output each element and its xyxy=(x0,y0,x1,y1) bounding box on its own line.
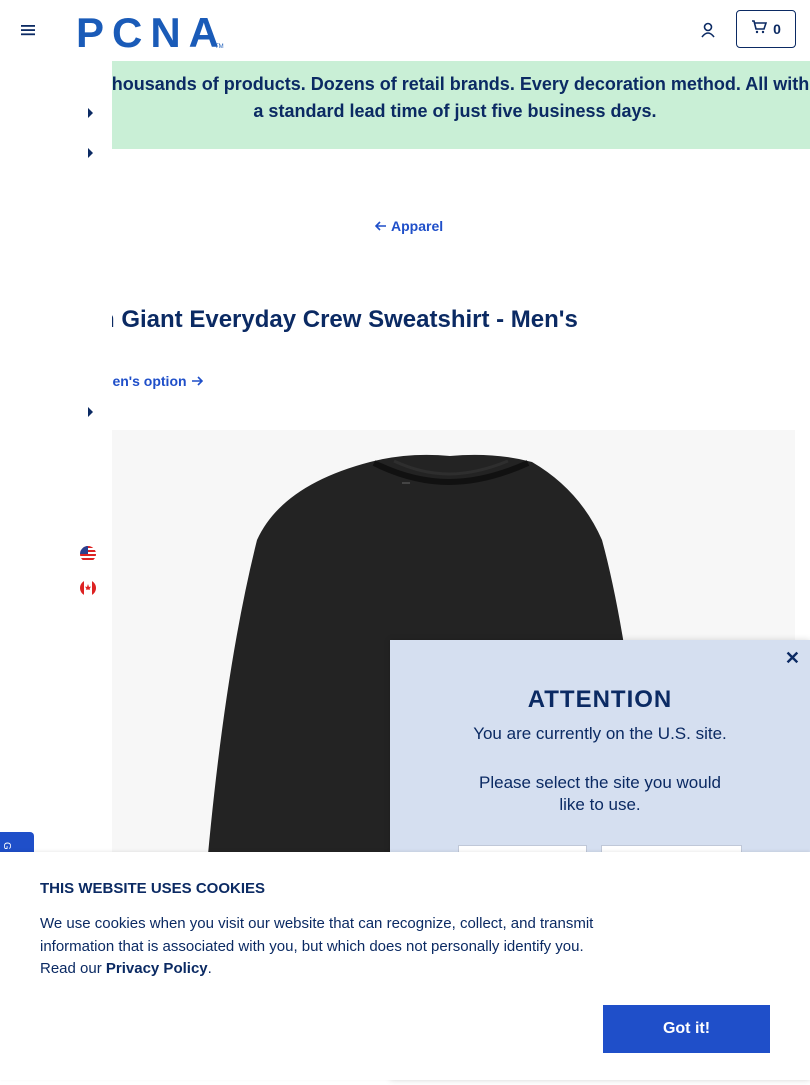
product-title: n Giant Everyday Crew Sweatshirt - Men's xyxy=(100,306,578,333)
caret-right-icon[interactable] xyxy=(88,148,93,158)
us-flag-icon[interactable] xyxy=(80,546,96,562)
modal-message: You are currently on the U.S. site. xyxy=(473,724,727,743)
feedback-tab-label: G xyxy=(1,842,12,850)
caret-right-icon[interactable] xyxy=(88,108,93,118)
close-icon[interactable]: ✕ xyxy=(785,648,800,669)
back-link-label: Apparel xyxy=(391,218,444,234)
caret-right-icon[interactable] xyxy=(88,407,93,417)
account-icon[interactable] xyxy=(699,21,717,39)
arrow-left-icon xyxy=(374,218,387,234)
modal-prompt: Please select the site you would like to… xyxy=(479,773,721,814)
back-to-apparel-link[interactable]: Apparel xyxy=(374,218,444,234)
cookie-text: We use cookies when you visit our websit… xyxy=(40,913,600,981)
promo-text: Thousands of products. Dozens of retail … xyxy=(100,74,810,121)
womens-option-link[interactable]: men's option xyxy=(100,373,203,389)
accept-cookies-button[interactable]: Got it! xyxy=(603,1005,770,1053)
cart-count: 0 xyxy=(773,21,781,37)
cookie-banner: THIS WEBSITE USES COOKIES We use cookies… xyxy=(0,852,810,1080)
svg-text:TM: TM xyxy=(215,44,224,50)
svg-text:PCNA: PCNA xyxy=(76,11,219,51)
menu-icon[interactable] xyxy=(20,22,36,38)
modal-title: ATTENTION xyxy=(527,686,673,713)
pcna-logo[interactable]: PCNA TM xyxy=(76,9,226,56)
cookie-period: . xyxy=(207,960,212,977)
site-header: PCNA TM 0 xyxy=(0,0,810,60)
womens-option-label: men's option xyxy=(100,373,187,389)
privacy-policy-link[interactable]: Privacy Policy xyxy=(106,960,208,977)
cart-icon xyxy=(751,19,768,39)
arrow-right-icon xyxy=(191,373,203,389)
cart-button[interactable]: 0 xyxy=(736,10,796,48)
canada-flag-icon[interactable] xyxy=(80,580,96,596)
promo-banner: Thousands of products. Dozens of retail … xyxy=(0,61,810,149)
cookie-title: THIS WEBSITE USES COOKIES xyxy=(40,880,266,897)
